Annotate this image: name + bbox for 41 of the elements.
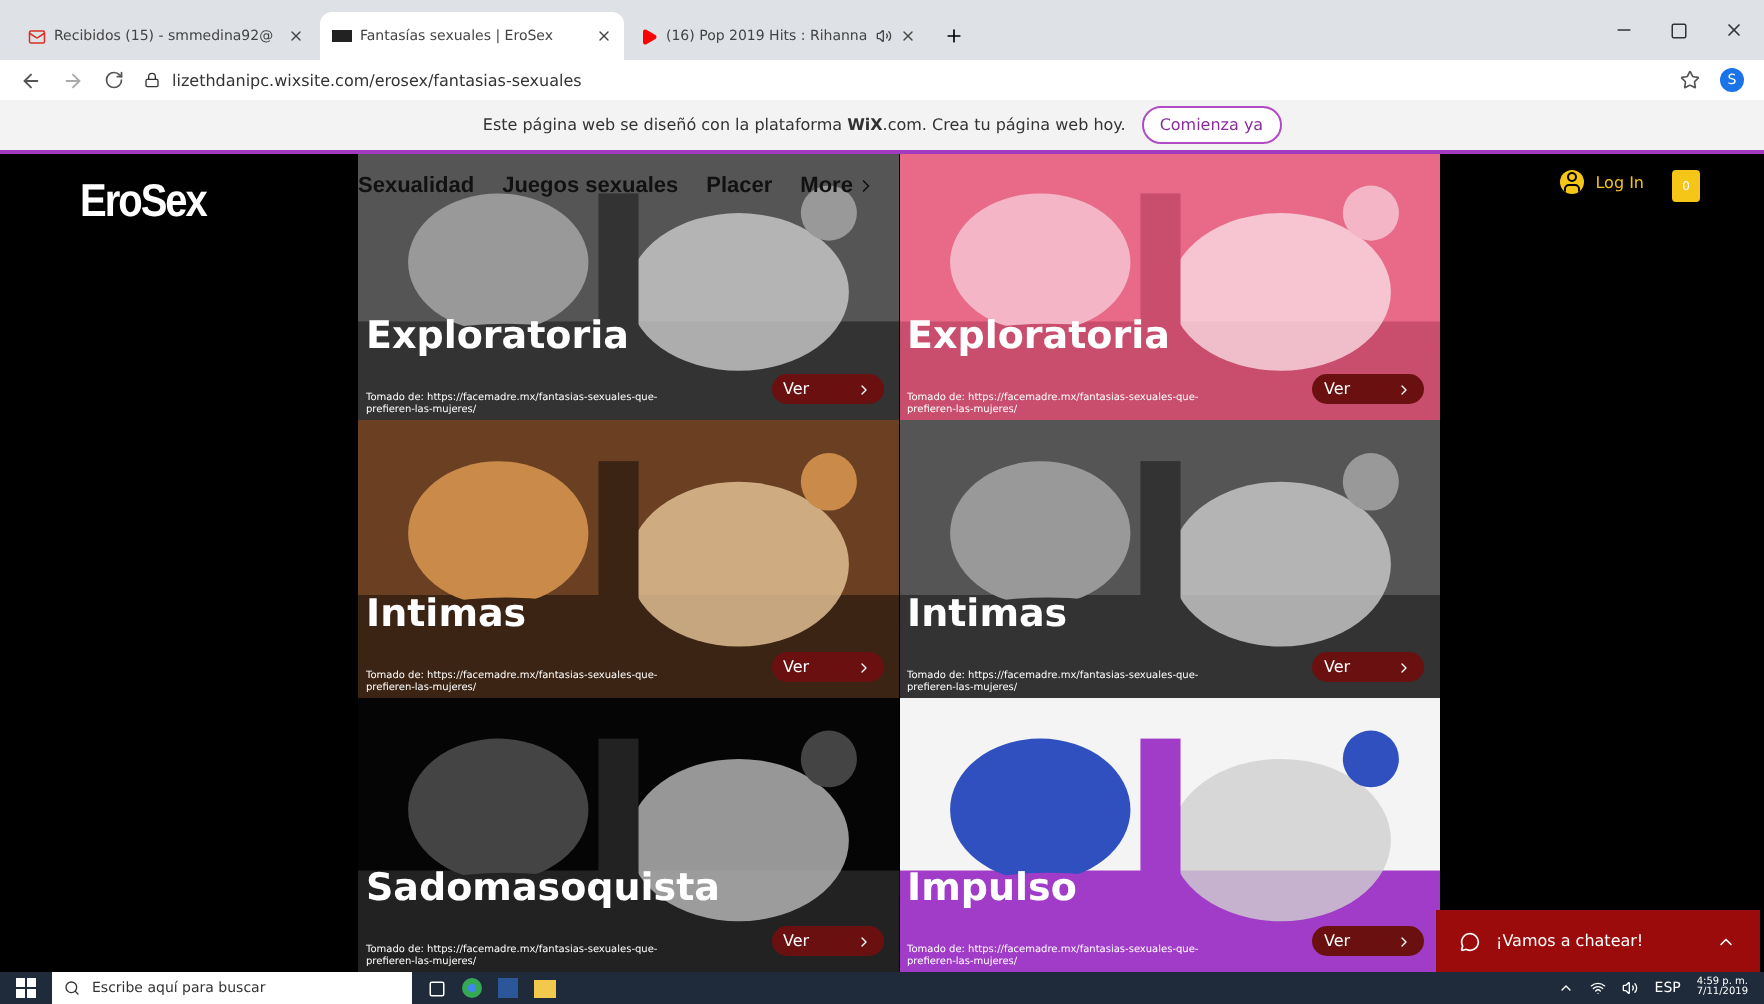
chevron-right-icon [1396, 659, 1412, 675]
site-logo[interactable]: EroSex [0, 154, 358, 230]
view-button[interactable]: Ver [1312, 652, 1424, 682]
tile-title: Intimas [907, 592, 1070, 636]
close-icon[interactable] [288, 28, 304, 44]
view-button[interactable]: Ver [771, 652, 883, 682]
lock-icon [144, 72, 160, 88]
windows-icon[interactable] [16, 978, 36, 998]
chat-icon [1460, 931, 1480, 951]
new-tab-icon[interactable] [944, 26, 964, 46]
view-button[interactable]: Ver [771, 374, 883, 404]
chat-button[interactable]: ¡Vamos a chatear! [1436, 910, 1760, 972]
login-link[interactable]: Log In [1559, 170, 1644, 194]
tile-title: Exploratoria [366, 314, 631, 358]
bookmark-icon[interactable] [1680, 70, 1700, 90]
restore-icon[interactable] [1670, 21, 1688, 39]
network-icon[interactable] [1590, 980, 1607, 996]
tile-title: Intimas [366, 592, 529, 636]
mail-icon [28, 27, 46, 45]
banner-text: Este página web se diseñó con la plataforma WiX.com. Crea tu página web hoy. [482, 116, 1126, 134]
speaker-icon[interactable] [1622, 980, 1639, 996]
chevron-right-icon [1396, 933, 1412, 949]
address-bar[interactable]: lizethdanipc.wixsite.com/erosex/fantasias-sexuales [144, 71, 1660, 89]
view-button[interactable]: Ver [1312, 926, 1424, 956]
speaker-icon [876, 28, 892, 44]
search-icon [64, 980, 80, 996]
tile-title: Impulso [907, 866, 1079, 910]
user-icon [1559, 170, 1584, 194]
close-icon[interactable] [900, 28, 916, 44]
tray-icon[interactable] [1558, 980, 1575, 996]
view-button[interactable]: Ver [771, 926, 883, 956]
task-view-icon[interactable] [428, 979, 446, 997]
tile-title: Exploratoria [907, 314, 1172, 358]
start-button[interactable]: Comienza ya [1141, 106, 1282, 144]
view-button[interactable]: Ver [1312, 374, 1424, 404]
close-icon[interactable] [596, 28, 612, 44]
chevron-right-icon [1396, 381, 1412, 397]
video-icon [640, 27, 658, 45]
close-icon[interactable] [1724, 20, 1744, 40]
back-icon[interactable] [20, 69, 42, 91]
reload-icon[interactable] [104, 70, 124, 90]
